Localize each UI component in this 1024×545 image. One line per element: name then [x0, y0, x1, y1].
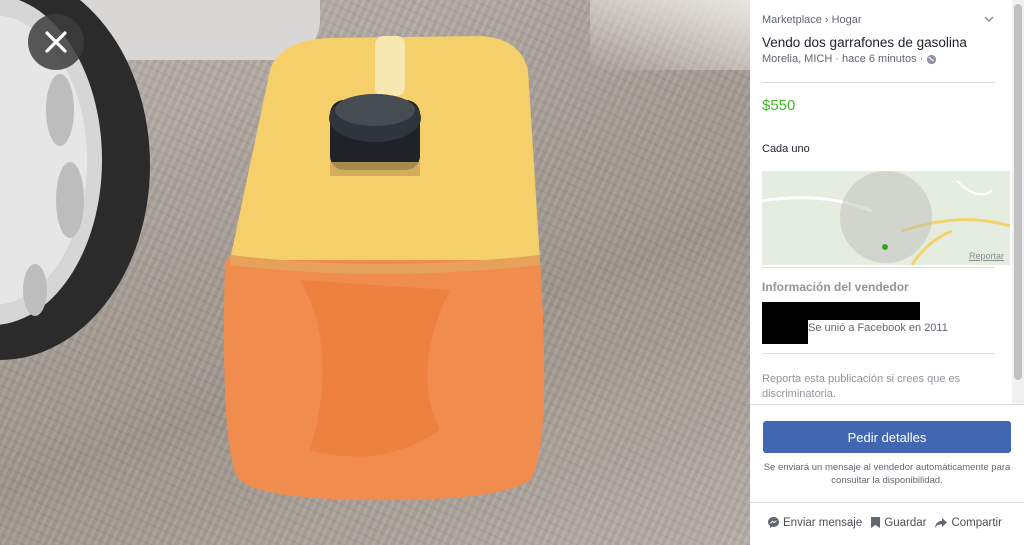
action-area: Pedir detalles Se enviará un mensaje al …: [750, 404, 1024, 545]
report-link[interactable]: Reporta esta publicación si crees que es…: [762, 372, 982, 402]
listing-price: $550: [762, 97, 796, 114]
save-button[interactable]: Guardar: [870, 516, 926, 529]
seller-name-redacted[interactable]: [808, 302, 920, 320]
divider: [750, 502, 1024, 503]
seller-section-title: Información del vendedor: [762, 280, 909, 294]
listing-meta: Morelia, MICH · hace 6 minutos ·: [762, 53, 937, 65]
chevron-down-icon[interactable]: [982, 12, 996, 26]
location-map[interactable]: Reportar: [762, 171, 1010, 265]
meta-separator: ·: [835, 53, 839, 65]
listing-description: Cada uno: [762, 143, 810, 155]
seller-joined-text: Se unió a Facebook en 2011: [808, 322, 948, 334]
request-details-button[interactable]: Pedir detalles: [763, 421, 1011, 453]
jerrycan-image: [224, 36, 545, 501]
bookmark-icon: [871, 517, 881, 528]
scrollbar[interactable]: [1012, 0, 1024, 404]
save-label: Guardar: [884, 516, 927, 529]
action-bar: Enviar mensaje Guardar Compartir: [767, 516, 1002, 529]
background-glare: [590, 0, 750, 70]
messenger-icon: [768, 517, 779, 528]
photo-viewer: [0, 0, 750, 545]
share-icon: [935, 517, 948, 528]
listing-title: Vendo dos garrafones de gasolina: [762, 35, 967, 50]
share-label: Compartir: [951, 516, 1002, 529]
request-details-note: Se enviará un mensaje al vendedor automá…: [763, 462, 1011, 486]
listing-details-panel: Marketplace › Hogar Vendo dos garrafones…: [750, 0, 1024, 545]
scrollbar-thumb[interactable]: [1014, 4, 1022, 380]
breadcrumb: Marketplace › Hogar: [762, 14, 862, 26]
divider: [762, 267, 995, 268]
close-button[interactable]: [28, 14, 84, 70]
breadcrumb-marketplace[interactable]: Marketplace: [762, 14, 822, 26]
breadcrumb-separator-icon: ›: [824, 14, 829, 26]
send-message-label: Enviar mensaje: [783, 516, 863, 529]
divider: [762, 82, 995, 83]
listing-location[interactable]: Morelia, MICH: [762, 53, 832, 65]
map-report-link[interactable]: Reportar: [969, 251, 1004, 261]
breadcrumb-category[interactable]: Hogar: [832, 14, 862, 26]
meta-separator: ·: [919, 53, 924, 65]
listing-time: hace 6 minutos: [841, 53, 917, 65]
share-button[interactable]: Compartir: [934, 516, 1002, 529]
divider: [762, 353, 995, 354]
close-icon: [45, 31, 67, 53]
seller-avatar-redacted[interactable]: [762, 302, 808, 344]
globe-icon: [927, 54, 937, 64]
send-message-button[interactable]: Enviar mensaje: [767, 516, 862, 529]
